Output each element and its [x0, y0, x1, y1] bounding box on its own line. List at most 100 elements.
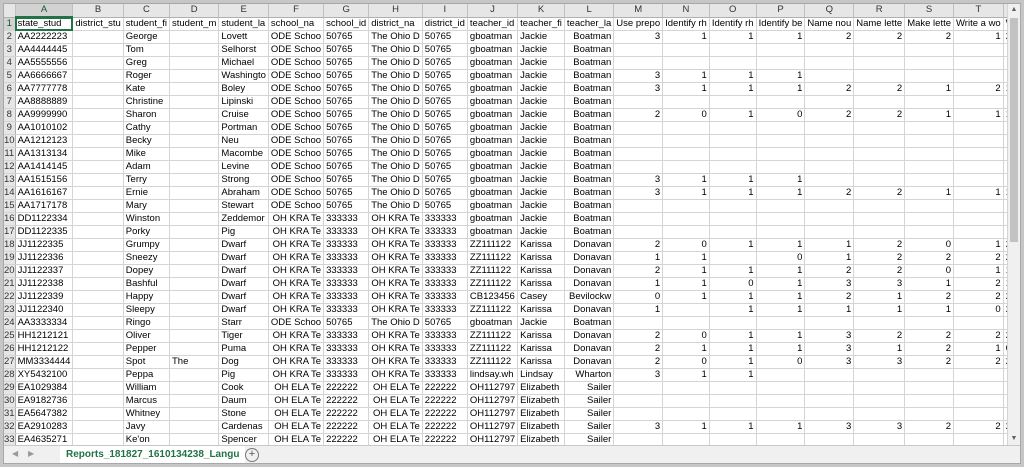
table-cell[interactable]: Ke'on [123, 433, 171, 445]
table-cell[interactable]: Dwarf [218, 238, 269, 252]
table-cell[interactable] [804, 433, 855, 445]
table-cell[interactable] [169, 134, 220, 148]
table-cell[interactable]: 1 [756, 69, 806, 83]
table-cell[interactable] [613, 43, 664, 57]
table-cell[interactable]: 1 [904, 82, 955, 96]
table-cell[interactable]: DD1122334 [15, 212, 74, 226]
row-header[interactable]: 2 [4, 30, 16, 44]
table-cell[interactable]: The Ohio D [368, 173, 423, 187]
table-cell[interactable]: 1 [904, 277, 955, 291]
table-cell[interactable]: 333333 [422, 303, 468, 317]
table-cell[interactable]: OH ELA Te [368, 394, 423, 408]
table-cell[interactable] [709, 225, 757, 239]
table-cell[interactable] [853, 43, 906, 57]
table-cell[interactable]: 1 [613, 251, 664, 265]
table-cell[interactable] [756, 368, 806, 382]
table-cell[interactable]: 3 [613, 368, 664, 382]
table-cell[interactable] [662, 381, 710, 395]
table-cell[interactable]: 222222 [323, 381, 370, 395]
table-cell[interactable] [169, 238, 220, 252]
table-cell[interactable]: AA1313134 [15, 147, 74, 161]
table-cell[interactable] [662, 95, 710, 109]
table-cell[interactable] [904, 173, 955, 187]
row-header[interactable]: 27 [4, 355, 16, 369]
table-cell[interactable] [613, 394, 664, 408]
table-cell[interactable]: 3 [804, 355, 855, 369]
column-header[interactable]: O [709, 4, 757, 18]
table-cell[interactable] [709, 316, 757, 330]
table-cell[interactable]: ODE Schoo [268, 186, 325, 200]
table-cell[interactable]: 333333 [422, 329, 468, 343]
column-header[interactable]: E [218, 4, 269, 18]
table-cell[interactable] [853, 433, 906, 445]
table-cell[interactable]: 3 [613, 186, 664, 200]
table-cell[interactable]: 50765 [422, 147, 468, 161]
table-cell[interactable]: Boatman [564, 95, 615, 109]
header-cell[interactable]: state_stud [15, 17, 74, 31]
table-cell[interactable] [904, 134, 955, 148]
table-cell[interactable]: 50765 [422, 121, 468, 135]
table-cell[interactable] [804, 407, 855, 421]
table-cell[interactable] [169, 225, 220, 239]
table-cell[interactable]: 333333 [422, 238, 468, 252]
row-header[interactable]: 33 [4, 433, 16, 445]
table-cell[interactable] [169, 82, 220, 96]
table-cell[interactable]: 1 [853, 303, 906, 317]
sheet-tab[interactable]: Reports_181827_1610134238_Langu [60, 446, 246, 463]
table-cell[interactable] [662, 43, 710, 57]
worksheet-grid[interactable]: ABCDEFGHIJKLMNOPQRSTUVWX 1state_studdist… [4, 4, 1009, 445]
table-cell[interactable]: 1 [709, 303, 757, 317]
table-cell[interactable]: Jackie [517, 82, 565, 96]
row-header[interactable]: 31 [4, 407, 16, 421]
table-cell[interactable] [853, 69, 906, 83]
table-cell[interactable] [904, 368, 955, 382]
table-cell[interactable]: 333333 [323, 303, 370, 317]
table-cell[interactable]: 2 [613, 108, 664, 122]
table-cell[interactable] [72, 355, 124, 369]
table-cell[interactable]: OH ELA Te [268, 381, 325, 395]
table-cell[interactable]: 2 [953, 329, 1004, 343]
table-cell[interactable]: Boatman [564, 212, 615, 226]
table-cell[interactable]: DD1122335 [15, 225, 74, 239]
table-cell[interactable]: gboatman [467, 95, 519, 109]
table-cell[interactable]: Macombe [218, 147, 269, 161]
table-cell[interactable]: Washingto [218, 69, 269, 83]
table-cell[interactable] [662, 225, 710, 239]
table-cell[interactable] [953, 225, 1004, 239]
table-cell[interactable] [169, 433, 220, 445]
table-cell[interactable]: OH KRA Te [268, 225, 325, 239]
table-cell[interactable]: 1 [662, 290, 710, 304]
row-header[interactable]: 6 [4, 82, 16, 96]
row-header[interactable]: 16 [4, 212, 16, 226]
table-cell[interactable]: Jackie [517, 134, 565, 148]
table-cell[interactable] [756, 316, 806, 330]
table-cell[interactable]: Karissa [517, 342, 565, 356]
table-cell[interactable] [853, 160, 906, 174]
table-cell[interactable]: 50765 [323, 147, 370, 161]
table-cell[interactable] [953, 56, 1004, 70]
table-cell[interactable]: gboatman [467, 56, 519, 70]
table-cell[interactable] [804, 212, 855, 226]
table-cell[interactable]: Boatman [564, 173, 615, 187]
table-cell[interactable]: ODE Schoo [268, 69, 325, 83]
table-cell[interactable] [709, 251, 757, 265]
table-cell[interactable]: 333333 [422, 264, 468, 278]
table-cell[interactable] [613, 381, 664, 395]
table-cell[interactable]: gboatman [467, 225, 519, 239]
table-cell[interactable]: 3 [804, 420, 855, 434]
table-cell[interactable] [72, 212, 124, 226]
vertical-scrollbar[interactable]: ▲ ▼ [1007, 4, 1020, 445]
table-cell[interactable]: Jackie [517, 316, 565, 330]
table-cell[interactable]: ODE Schoo [268, 82, 325, 96]
table-cell[interactable]: Puma [218, 342, 269, 356]
table-cell[interactable]: Stewart [218, 199, 269, 213]
header-cell[interactable]: teacher_la [564, 17, 615, 31]
table-cell[interactable] [953, 160, 1004, 174]
table-cell[interactable]: Jackie [517, 121, 565, 135]
table-cell[interactable] [853, 121, 906, 135]
table-cell[interactable]: 2 [853, 251, 906, 265]
table-cell[interactable]: 333333 [422, 212, 468, 226]
table-cell[interactable]: JJ1122335 [15, 238, 74, 252]
table-cell[interactable]: gboatman [467, 316, 519, 330]
table-cell[interactable]: Donavan [564, 355, 615, 369]
